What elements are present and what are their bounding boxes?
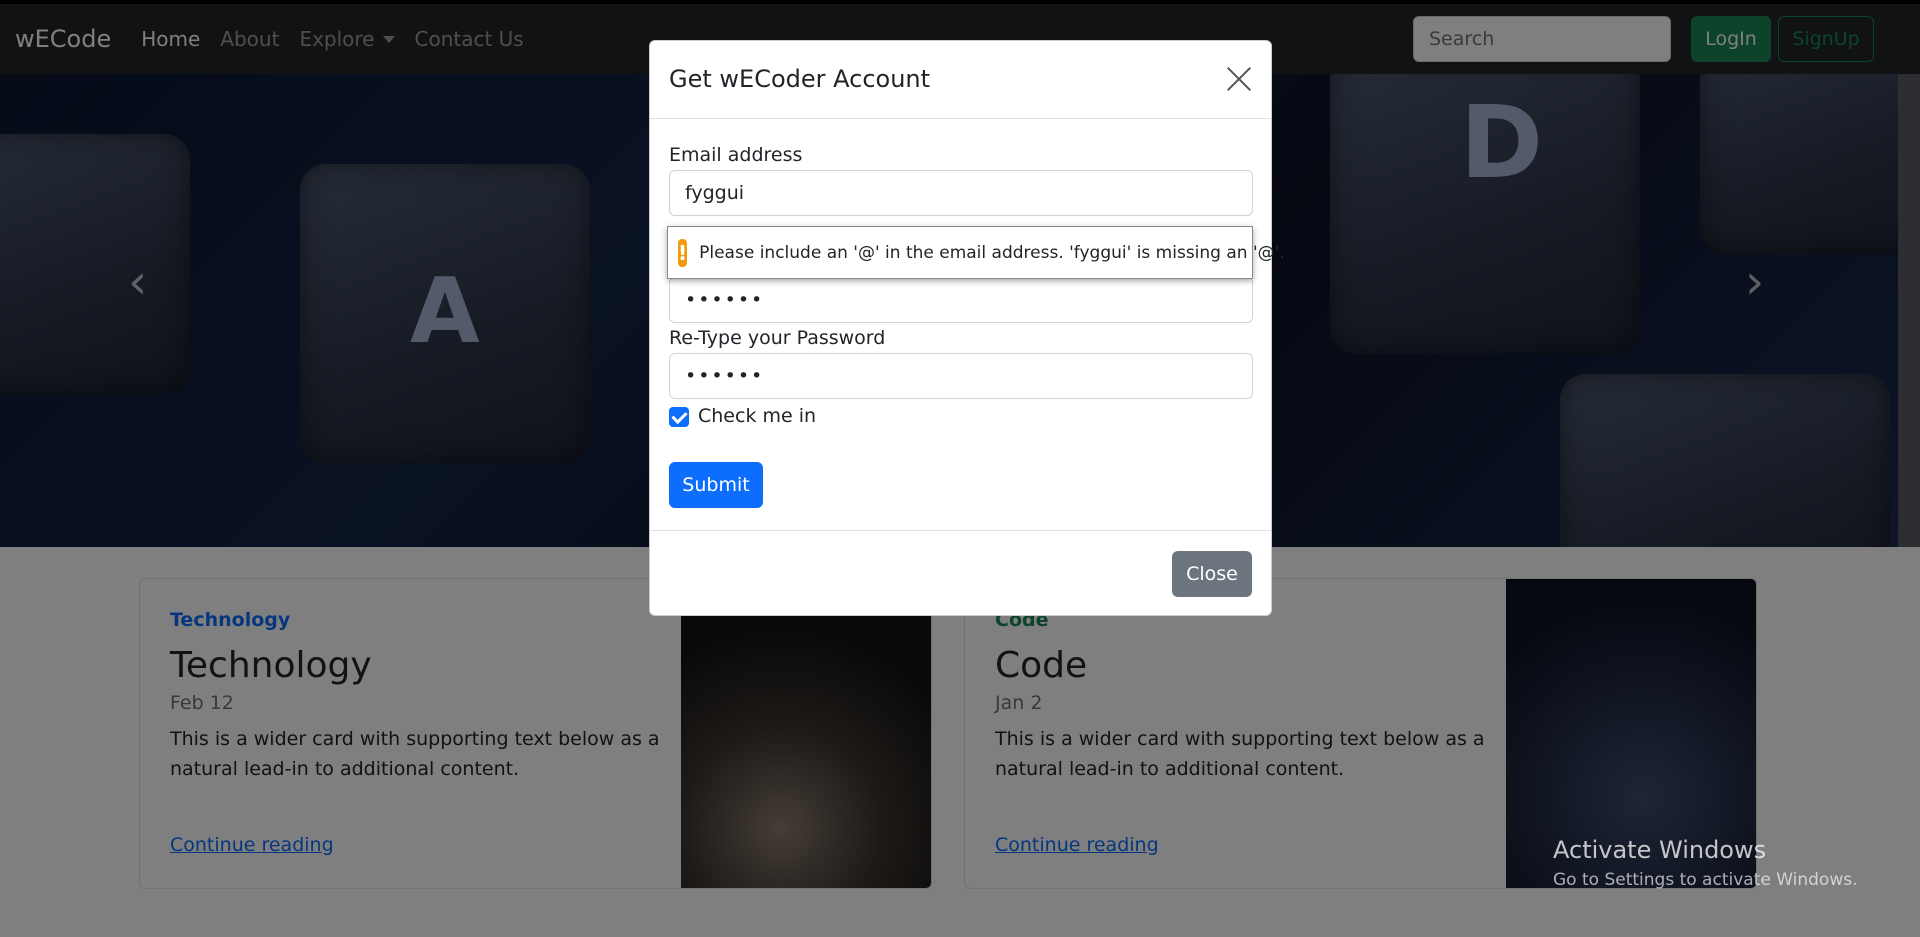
email-field[interactable]: fyggui — [669, 170, 1253, 216]
validation-tooltip: ! Please include an '@' in the email add… — [667, 226, 1285, 279]
password-field[interactable]: •••••• — [669, 277, 1253, 323]
modal-footer: Close — [650, 530, 1271, 617]
activate-windows-subtitle: Go to Settings to activate Windows. — [1553, 870, 1858, 890]
email-label: Email address — [669, 144, 803, 166]
submit-button[interactable]: Submit — [669, 462, 763, 508]
signup-modal: Get wECoder Account Email address fyggui… — [649, 40, 1272, 616]
modal-header: Get wECoder Account — [650, 41, 1271, 119]
activate-windows-title: Activate Windows — [1553, 836, 1767, 864]
retype-password-label: Re-Type your Password — [669, 327, 886, 349]
retype-password-field[interactable]: •••••• — [669, 353, 1253, 399]
modal-title: Get wECoder Account — [669, 65, 931, 93]
validation-message: Please include an '@' in the email addre… — [699, 242, 1285, 263]
check-me-in-checkbox[interactable] — [669, 407, 689, 427]
warning-icon: ! — [678, 238, 688, 267]
close-icon[interactable] — [1225, 65, 1253, 93]
close-button[interactable]: Close — [1172, 551, 1252, 597]
check-me-in-label[interactable]: Check me in — [698, 405, 816, 427]
